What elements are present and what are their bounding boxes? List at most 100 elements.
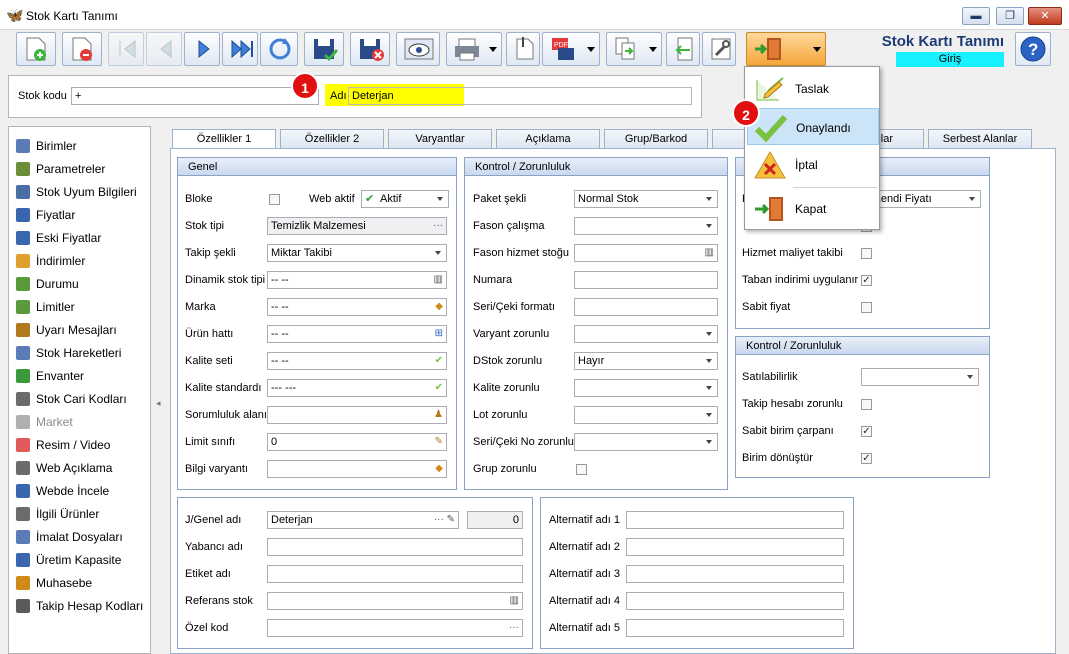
ellipsis-edit-icon[interactable]: ··· ✎	[434, 514, 455, 526]
barcode-icon[interactable]: ▥	[705, 247, 714, 259]
save-close-button[interactable]	[350, 32, 390, 66]
referans-stok-input[interactable]: ▥	[267, 592, 523, 610]
seri-no-zorunlu-select[interactable]	[574, 433, 718, 451]
hierarchy-icon[interactable]: ⊞	[435, 328, 443, 340]
sidebar-item[interactable]: Eski Fiyatlar	[16, 228, 101, 248]
delete-record-button[interactable]	[62, 32, 102, 66]
tab-serbest-alanlar[interactable]: Serbest Alanlar	[928, 129, 1032, 149]
dstok-zorunlu-select[interactable]: Hayır	[574, 352, 718, 370]
kalite-zorunlu-select[interactable]	[574, 379, 718, 397]
sidebar-item[interactable]: Limitler	[16, 297, 75, 317]
pdf-dropdown-arrow-icon[interactable]	[587, 47, 595, 52]
menu-item-taslak[interactable]: Taslak	[747, 70, 879, 107]
sorumluluk-alani-input[interactable]: ♟	[267, 406, 447, 424]
sidebar-item[interactable]: Stok Cari Kodları	[16, 389, 127, 409]
fason-hizmet-stogu-input[interactable]: ▥	[574, 244, 718, 262]
sidebar-item[interactable]: Parametreler	[16, 159, 105, 179]
export-pdf-button[interactable]: PDF	[542, 32, 600, 66]
sidebar-item[interactable]: Web Açıklama	[16, 458, 112, 478]
marka-input[interactable]: -- -- ◆	[267, 298, 447, 316]
quality-check-icon[interactable]: ✔	[435, 382, 443, 394]
ellipsis-icon[interactable]: ···	[433, 220, 443, 232]
help-button[interactable]: ?	[1015, 32, 1051, 66]
sidebar-item[interactable]: Webde İncele	[16, 481, 109, 501]
quality-check-icon[interactable]: ✔	[435, 355, 443, 367]
eraser-icon[interactable]: ◆	[435, 463, 443, 475]
tab-aciklama[interactable]: Açıklama	[496, 129, 600, 149]
ozel-kod-input[interactable]: ···	[267, 619, 523, 637]
sidebar-item[interactable]: Birimler	[16, 136, 77, 156]
limit-sinifi-input[interactable]: 0 ✎	[267, 433, 447, 451]
birim-donustur-checkbox[interactable]: ✓	[861, 453, 872, 464]
edit-icon[interactable]: ✎	[435, 436, 443, 448]
tab-ozellikler-1[interactable]: Özellikler 1	[172, 129, 276, 150]
yabanci-adi-input[interactable]	[267, 538, 523, 556]
sabit-fiyat-checkbox[interactable]	[861, 302, 872, 313]
sidebar-item[interactable]: Durumu	[16, 274, 79, 294]
preview-button[interactable]	[396, 32, 440, 66]
sidebar-item[interactable]: Stok Uyum Bilgileri	[16, 182, 137, 202]
minimize-button[interactable]: ▬	[962, 7, 990, 25]
save-button[interactable]	[304, 32, 344, 66]
sidebar-item[interactable]: Fiyatlar	[16, 205, 75, 225]
stok-tipi-input[interactable]: Temizlik Malzemesi ···	[267, 217, 447, 235]
eraser-icon[interactable]: ◆	[435, 301, 443, 313]
bilgi-varyanti-input[interactable]: ◆	[267, 460, 447, 478]
alternatif-2-input[interactable]	[626, 538, 844, 556]
lot-zorunlu-select[interactable]	[574, 406, 718, 424]
urun-hatti-input[interactable]: -- -- ⊞	[267, 325, 447, 343]
sidebar-item[interactable]: Muhasebe	[16, 573, 92, 593]
fason-calisma-select[interactable]	[574, 217, 718, 235]
menu-item-onaylandi[interactable]: Onaylandı	[747, 108, 879, 145]
alternatif-1-input[interactable]	[626, 511, 844, 529]
next-record-button[interactable]	[184, 32, 220, 66]
sidebar-item[interactable]: İndirimler	[16, 251, 85, 271]
sidebar-item[interactable]: Stok Hareketleri	[16, 343, 121, 363]
refresh-button[interactable]	[260, 32, 298, 66]
takip-hesabi-checkbox[interactable]	[861, 399, 872, 410]
sabit-birim-checkbox[interactable]: ✓	[861, 426, 872, 437]
takip-sekli-select[interactable]: Miktar Takibi	[267, 244, 447, 262]
sidebar-item[interactable]: İmalat Dosyaları	[16, 527, 123, 547]
last-record-button[interactable]	[222, 32, 258, 66]
copy-dropdown-arrow-icon[interactable]	[649, 47, 657, 52]
sidebar-item[interactable]: İlgili Ürünler	[16, 504, 99, 524]
alternatif-5-input[interactable]	[626, 619, 844, 637]
users-icon[interactable]: ♟	[434, 409, 443, 421]
close-window-button[interactable]: ✕	[1028, 7, 1062, 25]
jgenel-adi-input[interactable]: Deterjan ··· ✎	[267, 511, 459, 529]
alternatif-3-input[interactable]	[626, 565, 844, 583]
status-menu-button[interactable]	[746, 32, 826, 66]
sidebar-item[interactable]: Resim / Video	[16, 435, 110, 455]
kalite-standardi-input[interactable]: --- --- ✔	[267, 379, 447, 397]
barcode-icon[interactable]: ▥	[434, 274, 443, 286]
dinamik-stok-tipi-input[interactable]: -- -- ▥	[267, 271, 447, 289]
paket-sekli-select[interactable]: Normal Stok	[574, 190, 718, 208]
etiket-adi-input[interactable]	[267, 565, 523, 583]
maximize-button[interactable]: ❐	[996, 7, 1024, 25]
tab-ozellikler-2[interactable]: Özellikler 2	[280, 129, 384, 149]
barcode-icon[interactable]: ▥	[510, 595, 519, 607]
sidebar-item[interactable]: Üretim Kapasite	[16, 550, 121, 570]
sidebar-item[interactable]: Takip Hesap Kodları	[16, 596, 143, 616]
collapse-arrow-icon[interactable]: ◂	[156, 398, 161, 409]
bloke-checkbox[interactable]	[269, 194, 280, 205]
alternatif-4-input[interactable]	[626, 592, 844, 610]
first-record-button[interactable]	[108, 32, 144, 66]
kalite-seti-input[interactable]: -- -- ✔	[267, 352, 447, 370]
seri-formati-input[interactable]	[574, 298, 718, 316]
menu-item-iptal[interactable]: İptal	[747, 146, 879, 183]
menu-item-kapat[interactable]: Kapat	[747, 190, 879, 227]
sidebar-item[interactable]: Market	[16, 412, 73, 432]
sidebar-item[interactable]: Envanter	[16, 366, 84, 386]
web-aktif-select[interactable]: ✔ Aktif	[361, 190, 449, 208]
stok-kodu-input[interactable]: +	[71, 87, 319, 105]
varyant-zorunlu-select[interactable]	[574, 325, 718, 343]
ellipsis-icon[interactable]: ···	[509, 622, 519, 634]
grup-zorunlu-checkbox[interactable]	[576, 464, 587, 475]
print-button[interactable]	[446, 32, 502, 66]
attach-button[interactable]	[506, 32, 540, 66]
numara-input[interactable]	[574, 271, 718, 289]
tab-grup-barkod[interactable]: Grup/Barkod	[604, 129, 708, 149]
print-dropdown-arrow-icon[interactable]	[489, 47, 497, 52]
